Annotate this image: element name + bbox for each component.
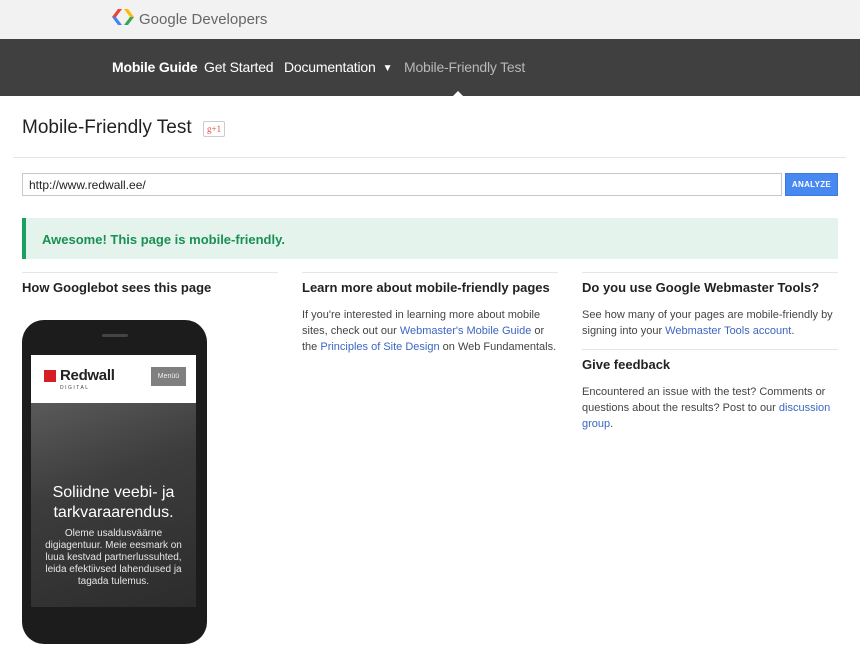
phone-screen: Redwall DIGITAL Menüü Soliidne veebi- ja…	[31, 355, 196, 607]
nav-item-mobile-guide[interactable]: Mobile Guide	[112, 39, 198, 96]
webmaster-tools-text-2: .	[791, 325, 795, 337]
principles-of-site-design-link[interactable]: Principles of Site Design	[320, 341, 439, 353]
preview-header: Redwall DIGITAL Menüü	[31, 355, 196, 403]
phone-preview: Redwall DIGITAL Menüü Soliidne veebi- ja…	[22, 320, 207, 644]
nav-item-documentation[interactable]: Documentation ▼	[284, 39, 392, 96]
learn-more-heading: Learn more about mobile-friendly pages	[302, 280, 550, 295]
redwall-logo-sub: DIGITAL	[60, 385, 90, 391]
column-divider	[582, 272, 838, 273]
url-input[interactable]	[22, 173, 782, 196]
analyze-button[interactable]: ANALYZE	[785, 173, 838, 196]
learn-more-text-3: on Web Fundamentals.	[439, 341, 557, 353]
google-developers-logo[interactable]: Google Developers	[112, 9, 267, 30]
column-divider	[582, 349, 838, 350]
active-nav-pointer	[453, 91, 463, 96]
preview-hero-text: Oleme usaldusväärne digiagentuur. Meie e…	[45, 528, 182, 587]
gplus-button[interactable]: g+1	[203, 121, 226, 137]
webmaster-tools-text: See how many of your pages are mobile-fr…	[582, 307, 838, 339]
top-bar: Google Developers	[0, 0, 860, 39]
result-message: Awesome! This page is mobile-friendly.	[42, 232, 285, 247]
give-feedback-text-2: .	[610, 418, 614, 430]
learn-more-text: If you're interested in learning more ab…	[302, 307, 558, 355]
webmasters-mobile-guide-link[interactable]: Webmaster's Mobile Guide	[400, 325, 532, 337]
main-nav: Mobile Guide Get Started Documentation ▼ …	[0, 39, 860, 96]
give-feedback-text: Encountered an issue with the test? Comm…	[582, 384, 832, 432]
preview-hero-title: Soliidne veebi- ja tarkvaraarendus.	[52, 484, 175, 521]
brand-name: Google Developers	[139, 11, 268, 28]
preview-menu-button: Menüü	[151, 367, 186, 386]
chevron-down-icon: ▼	[382, 63, 393, 74]
nav-item-mobile-friendly-test[interactable]: Mobile-Friendly Test	[404, 39, 525, 96]
column-divider	[302, 272, 558, 273]
title-divider	[13, 157, 846, 158]
phone-earpiece	[102, 334, 128, 337]
column-divider	[22, 272, 278, 273]
redwall-logo-icon	[44, 370, 56, 382]
give-feedback-heading: Give feedback	[582, 357, 671, 372]
nav-item-get-started[interactable]: Get Started	[204, 39, 274, 96]
google-developers-logo-icon	[112, 9, 134, 30]
googlebot-heading: How Googlebot sees this page	[22, 280, 212, 295]
nav-item-documentation-label: Documentation	[284, 59, 376, 75]
webmaster-tools-account-link[interactable]: Webmaster Tools account	[665, 325, 791, 337]
result-banner: Awesome! This page is mobile-friendly.	[22, 218, 838, 259]
webmaster-tools-heading: Do you use Google Webmaster Tools?	[582, 280, 820, 295]
redwall-logo-text: Redwall	[60, 367, 115, 384]
page-title: Mobile-Friendly Test	[22, 117, 192, 138]
